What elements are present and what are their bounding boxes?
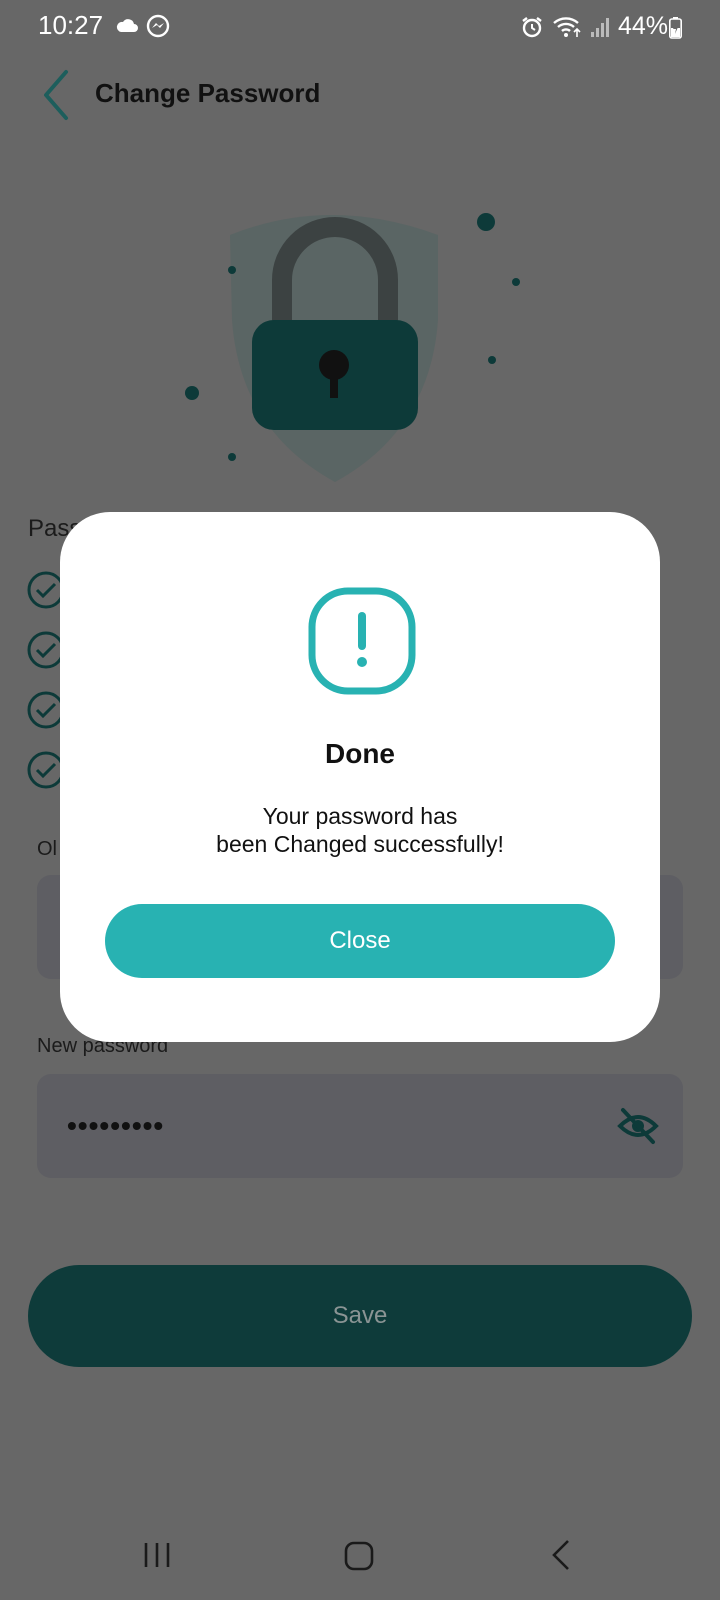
system-nav-bar: [0, 1500, 720, 1600]
battery-percentage: 44%: [617, 12, 668, 40]
battery-icon: [669, 17, 682, 39]
recents-icon[interactable]: [142, 1540, 172, 1570]
dialog-message: Your password has been Changed successfu…: [160, 802, 560, 858]
status-time: 10:27: [38, 10, 104, 40]
old-password-label: Ol: [37, 838, 57, 860]
dialog-message-line1: Your password has: [262, 803, 458, 829]
back-arrow-icon[interactable]: [38, 68, 78, 122]
dialog-title: Done: [325, 738, 395, 769]
signal-icon: [590, 17, 609, 37]
success-dialog: Done Your password has been Changed succ…: [60, 512, 660, 1042]
home-icon[interactable]: [343, 1540, 375, 1572]
dialog-message-line2: been Changed successfully!: [216, 831, 504, 857]
new-password-value: •••••••••: [67, 1110, 165, 1141]
status-right-icons: 44%: [520, 12, 668, 41]
wifi-icon: [553, 16, 581, 37]
cloud-icon: [116, 19, 138, 32]
eye-off-icon[interactable]: [617, 1106, 659, 1146]
lock-shield-icon: [185, 213, 520, 482]
app-header: Change Password: [0, 54, 720, 134]
close-button[interactable]: Close: [105, 904, 615, 978]
save-button[interactable]: Save: [28, 1265, 692, 1367]
status-bar: 10:27 44%: [0, 0, 720, 54]
page-title: Change Password: [95, 78, 321, 108]
alert-icon: [308, 587, 416, 695]
alarm-icon: [522, 16, 542, 37]
nav-back-icon[interactable]: [548, 1538, 574, 1572]
new-password-field[interactable]: •••••••••: [37, 1074, 683, 1178]
messenger-icon: [146, 14, 170, 38]
